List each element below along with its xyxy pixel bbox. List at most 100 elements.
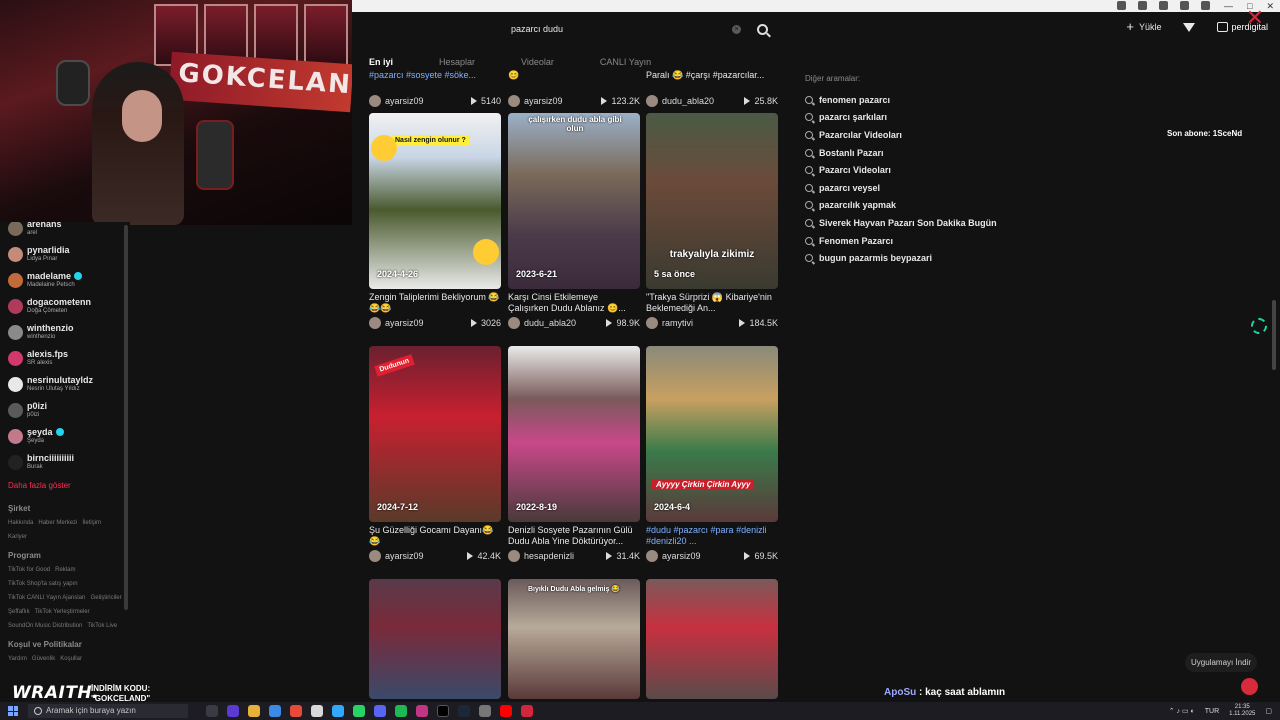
sidebar-account[interactable]: pynarlidia Lidya Pınar <box>0 241 130 267</box>
video-thumbnail[interactable] <box>369 579 501 699</box>
minimize-button[interactable]: — <box>1224 0 1233 12</box>
other-search-item[interactable]: fenomen pazarcı <box>805 91 997 109</box>
sidebar-footer-link[interactable]: Kariyer <box>8 531 27 543</box>
clock[interactable]: 21:35 1.11.2025 <box>1229 704 1255 718</box>
video-author[interactable]: ayarsiz09 <box>524 96 601 106</box>
other-search-item[interactable]: pazarcılık yapmak <box>805 197 997 215</box>
video-caption[interactable]: 😊 <box>508 70 640 93</box>
video-caption[interactable]: #dudu #pazarcı #para #denizli #denizli20… <box>646 525 778 548</box>
steam-icon[interactable] <box>458 705 470 717</box>
sidebar-account[interactable]: alexis.fps SR alexis <box>0 345 130 371</box>
sidebar-footer-link[interactable]: Reklam <box>55 564 75 576</box>
sidebar-account[interactable]: madelame Madelaine Petsch <box>0 267 130 293</box>
author-avatar[interactable] <box>369 550 381 562</box>
sidebar-account[interactable]: şeyda Şeyda <box>0 423 130 449</box>
extension-icon[interactable] <box>1138 1 1147 10</box>
search-bar[interactable]: pazarcı dudu × <box>500 18 776 40</box>
filter-icon[interactable] <box>1183 22 1196 32</box>
video-author[interactable]: ayarsiz09 <box>385 551 467 561</box>
author-avatar[interactable] <box>508 317 520 329</box>
sidebar-footer-link[interactable]: Güvenlik <box>32 653 55 665</box>
other-search-item[interactable]: Bostanlı Pazarı <box>805 144 997 162</box>
sidebar-account[interactable]: arenans arel <box>0 222 130 241</box>
other-search-item[interactable]: pazarcı veysel <box>805 179 997 197</box>
video-thumbnail[interactable] <box>646 579 778 699</box>
whatsapp-icon[interactable] <box>353 705 365 717</box>
author-avatar[interactable] <box>369 317 381 329</box>
sidebar-footer-link[interactable]: TikTok CANLI Yayın Ajansları <box>8 592 86 604</box>
close-button[interactable]: ✕ <box>1266 0 1274 12</box>
sidebar-footer-link[interactable]: TikTok Shop'ta satış yapın <box>8 578 78 590</box>
other-search-item[interactable]: Siverek Hayvan Pazarı Son Dakika Bugün <box>805 214 997 232</box>
video-author[interactable]: ayarsiz09 <box>385 318 471 328</box>
video-author[interactable]: ayarsiz09 <box>385 96 471 106</box>
sidebar-footer-link[interactable]: Haber Merkezi <box>38 517 77 529</box>
author-avatar[interactable] <box>369 95 381 107</box>
video-thumbnail[interactable]: Dudunun 2024-7-12 <box>369 346 501 522</box>
author-avatar[interactable] <box>508 95 520 107</box>
video-thumbnail[interactable]: Bıyıklı Dudu Abla gelmiş 😂 <box>508 579 640 699</box>
tab-hesaplar[interactable]: Hesaplar <box>439 57 475 67</box>
video-thumbnail[interactable]: trakyalıyla zikimiz 5 sa önce <box>646 113 778 289</box>
video-thumbnail[interactable]: 2022-8-19 <box>508 346 640 522</box>
sidebar-footer-link[interactable]: Hakkında <box>8 517 33 529</box>
photoshop-icon[interactable] <box>332 705 344 717</box>
video-thumbnail[interactable]: Ayyyy Çirkin Çirkin Ayyy 2024-6-4 <box>646 346 778 522</box>
extension-icon[interactable] <box>1159 1 1168 10</box>
extension-icon[interactable] <box>1180 1 1189 10</box>
notification-icon[interactable]: ▢ <box>1265 707 1272 715</box>
chrome-icon[interactable] <box>290 705 302 717</box>
sidebar-footer-link[interactable]: TikTok Live <box>87 620 117 632</box>
author-avatar[interactable] <box>646 95 658 107</box>
file-explorer-icon[interactable] <box>248 705 260 717</box>
youtube-icon[interactable] <box>500 705 512 717</box>
sidebar-footer-link[interactable]: TikTok for Good <box>8 564 50 576</box>
sidebar-account[interactable]: p0izi p0izi <box>0 397 130 423</box>
extension-icon[interactable] <box>1201 1 1210 10</box>
search-icon[interactable] <box>757 23 768 35</box>
inbox-icon[interactable] <box>1217 22 1229 32</box>
instagram-icon[interactable] <box>416 705 428 717</box>
language-indicator[interactable]: TUR <box>1205 708 1219 715</box>
app-icon[interactable] <box>227 705 239 717</box>
video-caption[interactable]: Denizli Sosyete Pazarının Gülü Dudu Abla… <box>508 525 640 548</box>
sidebar-account[interactable]: dogacometenn Doğa Çömeten <box>0 293 130 319</box>
windows-start-icon[interactable] <box>8 706 18 716</box>
show-more-link[interactable]: Daha fazla göster <box>0 481 130 490</box>
author-avatar[interactable] <box>646 317 658 329</box>
tab-canli-yayın[interactable]: CANLI Yayın <box>600 57 651 67</box>
video-author[interactable]: ramytivi <box>662 318 739 328</box>
author-avatar[interactable] <box>508 550 520 562</box>
video-author[interactable]: ayarsiz09 <box>662 551 744 561</box>
other-search-item[interactable]: Pazarcılar Videoları <box>805 126 997 144</box>
video-thumbnail[interactable]: çalışırken dudu abla gibi olun 2023-6-21 <box>508 113 640 289</box>
other-search-item[interactable]: Pazarcı Videoları <box>805 161 997 179</box>
sidebar-footer-link[interactable]: Yardım <box>8 653 27 665</box>
video-caption[interactable]: Paralı 😂 #çarşı #pazarcılar... <box>646 70 778 93</box>
tab-videolar[interactable]: Videolar <box>521 57 554 67</box>
sidebar-account[interactable]: winthenzio winthenzio <box>0 319 130 345</box>
video-caption[interactable]: #pazarcı #sosyete #söke... <box>369 70 501 93</box>
clear-icon[interactable]: × <box>732 24 741 34</box>
other-search-item[interactable]: bugun pazarmis beypazari <box>805 249 997 267</box>
video-author[interactable]: dudu_abla20 <box>524 318 606 328</box>
sidebar-account[interactable]: nesrinulutayldz Nesrin Ulutaş Yıldız <box>0 371 130 397</box>
task-view-icon[interactable] <box>206 705 218 717</box>
discord-icon[interactable] <box>374 705 386 717</box>
search-input[interactable]: pazarcı dudu <box>500 24 732 34</box>
sidebar-footer-link[interactable]: Şeffaflık <box>8 606 30 618</box>
app-icon[interactable] <box>479 705 491 717</box>
tab-en-iyi[interactable]: En iyi <box>369 57 393 67</box>
tray-icons[interactable]: ⌃ ♪ ▭ ◐ <box>1169 707 1195 715</box>
page-scrollbar[interactable] <box>1272 300 1276 370</box>
author-avatar[interactable] <box>646 550 658 562</box>
edge-icon[interactable] <box>269 705 281 717</box>
sidebar-account[interactable]: birnciiiiiiiiii Burak <box>0 449 130 475</box>
spotify-icon[interactable] <box>395 705 407 717</box>
back-to-top-icon[interactable] <box>1241 678 1258 695</box>
obs-icon[interactable] <box>311 705 323 717</box>
openai-icon[interactable] <box>1251 318 1267 334</box>
other-search-item[interactable]: Fenomen Pazarcı <box>805 232 997 250</box>
video-author[interactable]: dudu_abla20 <box>662 96 744 106</box>
extension-icon[interactable] <box>1117 1 1126 10</box>
